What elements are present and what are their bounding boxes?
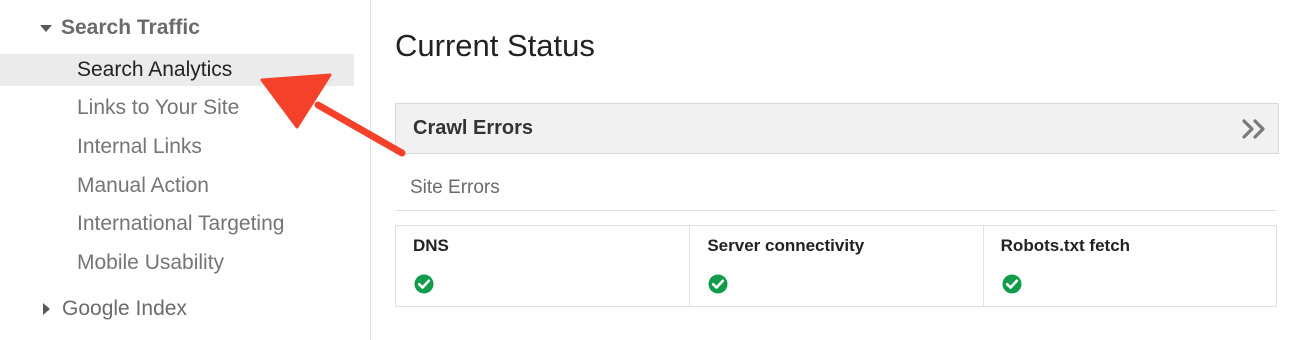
sidebar-item-label: Manual Action	[77, 174, 209, 197]
sidebar-item-label: Mobile Usability	[77, 251, 225, 274]
status-cell-label: DNS	[413, 236, 449, 255]
search-console-view: Search Traffic Search Analytics Links to…	[0, 0, 1300, 340]
status-cell-robots-txt-fetch: Robots.txt fetch	[982, 226, 1276, 306]
status-cell-label: Server connectivity	[707, 236, 865, 255]
divider	[395, 210, 1277, 211]
sidebar-item-links-to-your-site[interactable]: Links to Your Site	[0, 92, 354, 124]
status-cell-server-connectivity: Server connectivity	[689, 226, 982, 306]
sidebar-item-international-targeting[interactable]: International Targeting	[0, 208, 354, 240]
status-cell-dns: DNS	[396, 226, 689, 306]
sidebar-item-label: Links to Your Site	[77, 96, 240, 119]
sidebar-nav: Search Traffic Search Analytics Links to…	[0, 0, 371, 340]
double-chevron-right-icon[interactable]	[1240, 116, 1268, 142]
site-errors-heading: Site Errors	[410, 177, 500, 198]
site-errors-status-grid: DNS Server connectivity Robots.txt fetch	[395, 225, 1277, 307]
nav-section-google-index[interactable]: Google Index	[0, 293, 187, 325]
caret-down-icon	[40, 24, 52, 32]
sidebar-item-mobile-usability[interactable]: Mobile Usability	[0, 247, 354, 279]
sidebar-item-internal-links[interactable]: Internal Links	[0, 131, 354, 163]
sidebar-item-label: Search Analytics	[77, 58, 233, 81]
caret-right-icon	[43, 303, 50, 315]
sidebar-item-label: Internal Links	[77, 135, 202, 158]
status-cell-label: Robots.txt fetch	[1000, 236, 1131, 255]
check-circle-icon	[1002, 274, 1022, 294]
check-circle-icon	[708, 274, 728, 294]
page-title: Current Status	[395, 28, 595, 63]
nav-section-label: Search Traffic	[61, 16, 200, 39]
crawl-errors-title: Crawl Errors	[413, 117, 534, 139]
check-circle-icon	[414, 274, 434, 294]
sidebar-item-manual-action[interactable]: Manual Action	[0, 170, 354, 202]
main-content: Current Status Crawl Errors Site Errors …	[395, 0, 1280, 340]
nav-section-label: Google Index	[62, 297, 187, 320]
sidebar-item-search-analytics[interactable]: Search Analytics	[0, 54, 354, 86]
nav-section-search-traffic[interactable]: Search Traffic	[0, 12, 200, 44]
crawl-errors-panel-header[interactable]: Crawl Errors	[395, 103, 1279, 154]
sidebar-item-label: International Targeting	[77, 212, 285, 235]
